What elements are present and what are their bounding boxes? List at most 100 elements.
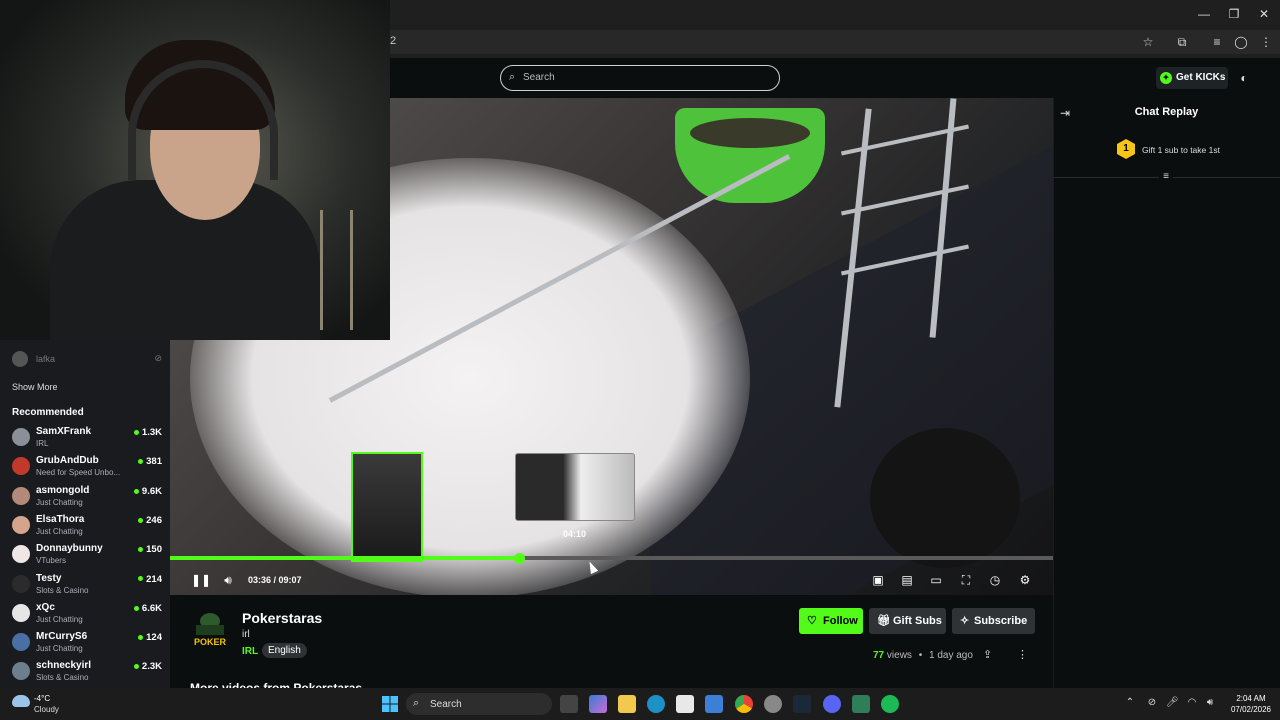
network-icon[interactable]: ⊘ (1146, 697, 1158, 709)
sidebar-followed-item[interactable]: lafka ⊘ (12, 351, 162, 369)
viewer-count-value: 381 (146, 456, 162, 468)
live-dot-icon (133, 605, 139, 611)
tray-overflow-icon[interactable]: ⌃ (1124, 697, 1136, 709)
address-text: 2 (390, 35, 397, 47)
channel-name: schneckyirl (36, 660, 92, 672)
sidebar-recommended-item[interactable]: schneckyirl Slots & Casino 2.3K (12, 660, 162, 689)
weather-description[interactable]: Cloudy (34, 705, 59, 714)
playback-speed-icon[interactable]: ◷ (987, 572, 1003, 588)
speaker-icon[interactable]: 🔊︎ (1204, 697, 1216, 709)
channel-name: MrCurryS6 (36, 631, 88, 643)
weather-temperature[interactable]: -4°C (34, 694, 50, 703)
viewer-count: 381 (138, 456, 162, 467)
channel-category: Just Chatting (36, 614, 83, 624)
more-options-icon[interactable]: ⋮ (1017, 648, 1028, 661)
gift-icon: 🎁︎ (877, 615, 891, 627)
show-more-link[interactable]: Show More (12, 382, 58, 392)
close-button[interactable]: ✕ (1252, 6, 1276, 22)
app-icon[interactable] (852, 695, 870, 713)
miniplayer-icon[interactable]: ▣ (870, 572, 886, 588)
profile-icon[interactable]: ◯ (1233, 34, 1249, 50)
sidebar-recommended-item[interactable]: GrubAndDub Need for Speed Unbo... 381 (12, 455, 162, 484)
avatar (12, 486, 30, 505)
channel-name: Donnaybunny (36, 543, 103, 555)
viewer-count-value: 150 (146, 544, 162, 556)
file-explorer-icon[interactable] (618, 695, 636, 713)
live-dot-icon (138, 547, 144, 553)
subscribe-button[interactable]: ✧ Subscribe (952, 608, 1035, 634)
sidebar-recommended-item[interactable]: MrCurryS6 Just Chatting 124 (12, 631, 162, 660)
chrome-icon[interactable] (735, 695, 753, 713)
clock-date[interactable]: 07/02/2026 (1226, 705, 1276, 714)
viewer-count: 124 (138, 632, 162, 643)
clip-icon[interactable]: ▤ (899, 572, 915, 588)
minimize-button[interactable]: — (1192, 6, 1216, 22)
channel-name[interactable]: Pokerstaras (242, 610, 322, 626)
share-icon[interactable]: ⇪ (983, 648, 992, 661)
upload-date: 1 day ago (929, 650, 973, 661)
channel-name: ElsaThora (36, 513, 85, 525)
microphone-icon[interactable]: 🎤︎ (1166, 697, 1179, 709)
avatar (12, 633, 30, 652)
language-tag[interactable]: English (262, 643, 307, 658)
viewer-count: 246 (138, 515, 162, 526)
store-icon[interactable] (676, 695, 694, 713)
progress-handle[interactable] (513, 553, 525, 564)
user-avatar-icon[interactable]: ◐ (1236, 70, 1252, 86)
fullscreen-icon[interactable]: ⛶ (958, 572, 974, 588)
clock-time[interactable]: 2:04 AM (1226, 694, 1276, 703)
avatar (12, 545, 30, 564)
webcam-thumbnail-preview (351, 452, 423, 562)
progress-fill (170, 556, 519, 560)
category-link[interactable]: IRL (242, 646, 258, 657)
taskbar-search-label: Search (430, 699, 462, 710)
channel-logo[interactable]: POKER (190, 607, 230, 649)
steam-icon[interactable] (793, 695, 811, 713)
live-dot-icon (133, 429, 139, 435)
sidebar-recommended-item[interactable]: Testy Slots & Casino 214 (12, 573, 162, 602)
search-icon: ⌕ (509, 71, 516, 83)
left-sidebar: lafka ⊘ Show More Recommended SamXFrank I… (0, 340, 170, 688)
channel-category: Just Chatting (36, 644, 83, 654)
settings-icon[interactable] (764, 695, 782, 713)
gift-leaderboard-text[interactable]: Gift 1 sub to take 1st (1142, 145, 1220, 155)
stream-title: irl (242, 629, 250, 640)
gift-subs-button[interactable]: 🎁︎ Gift Subs (869, 608, 946, 634)
taskbar-search[interactable] (406, 693, 552, 715)
pause-icon[interactable]: ❚❚ (191, 572, 211, 588)
volume-icon[interactable]: 🔊︎ (220, 572, 236, 588)
channel-category: IRL (36, 439, 49, 448)
subscribe-label: Subscribe (974, 615, 1028, 627)
search-icon: ⌕ (413, 697, 420, 709)
viewer-count: 2.3K (133, 661, 162, 672)
copilot-icon[interactable] (589, 695, 607, 713)
task-view-icon[interactable] (560, 695, 578, 713)
bookmark-star-icon[interactable]: ☆ (1140, 34, 1156, 50)
sidebar-recommended-item[interactable]: Donnaybunny VTubers 150 (12, 543, 162, 572)
sidebar-recommended-item[interactable]: xQc Just Chatting 6.6K (12, 602, 162, 631)
windows-start-icon[interactable] (382, 696, 398, 712)
follow-button[interactable]: ♡ Follow (799, 608, 863, 634)
media-control-icon[interactable]: ≡ (1209, 34, 1225, 50)
sidebar-recommended-item[interactable]: asmongold Just Chatting 9.6K (12, 485, 162, 514)
kicks-coin-icon: ✦ (1160, 72, 1172, 84)
spotify-icon[interactable] (881, 695, 899, 713)
channel-category: VTubers (36, 556, 66, 566)
discord-icon[interactable] (823, 695, 841, 713)
menu-dots-icon[interactable]: ⋮ (1258, 34, 1274, 50)
sidebar-recommended-item[interactable]: ElsaThora Just Chatting 246 (12, 514, 162, 543)
channel-category: Slots & Casino (36, 585, 89, 595)
cloud-icon[interactable] (12, 695, 30, 707)
followed-channel-name: lafka (36, 354, 56, 364)
theater-mode-icon[interactable]: ▭ (928, 572, 944, 588)
settings-gear-icon[interactable]: ⚙ (1017, 572, 1033, 588)
sidebar-recommended-item[interactable]: SamXFrank IRL 1.3K (12, 426, 162, 455)
edge-icon[interactable] (647, 695, 665, 713)
windows-taskbar (0, 688, 1280, 720)
avatar (12, 603, 30, 622)
restore-button[interactable]: ❐ (1222, 6, 1246, 22)
expand-leaderboard-icon[interactable]: ≡ (1159, 171, 1173, 183)
mail-icon[interactable] (705, 695, 723, 713)
extensions-icon[interactable]: ⧉ (1174, 34, 1190, 50)
wifi-icon[interactable]: ◠ (1186, 697, 1198, 709)
